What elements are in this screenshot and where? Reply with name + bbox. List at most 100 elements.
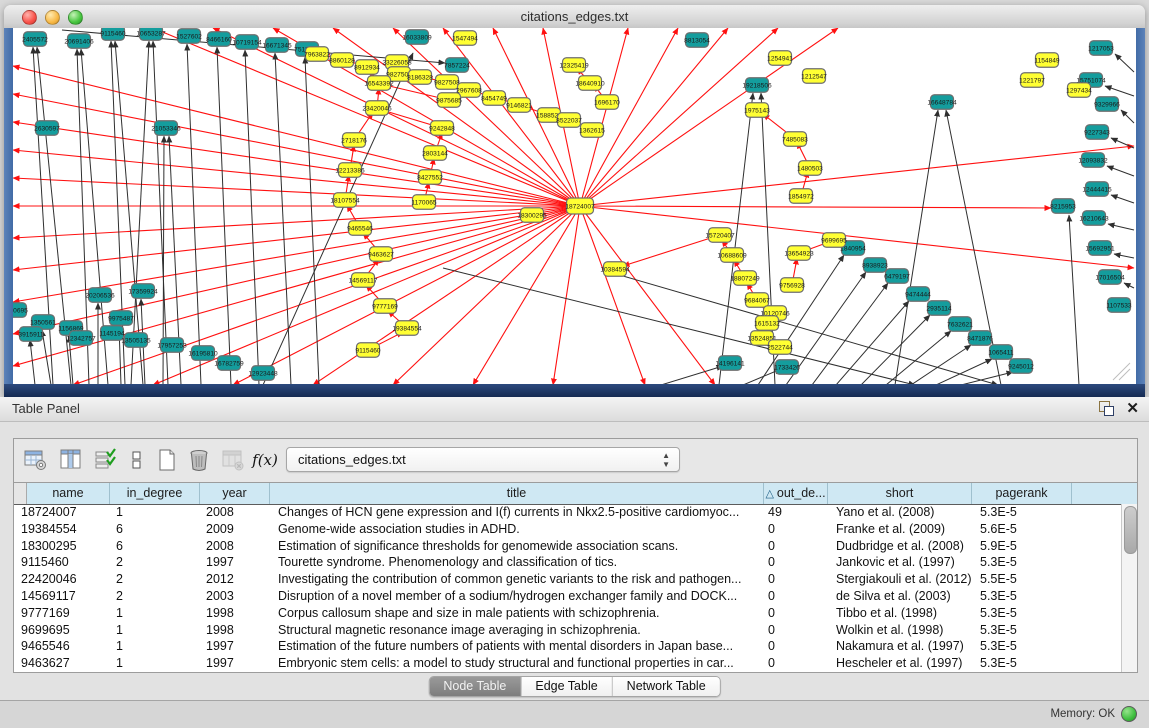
cell-pagerank[interactable]: 5.3E-5 <box>972 554 1072 571</box>
graph-edge[interactable] <box>473 206 580 384</box>
cell-name[interactable]: 22420046 <box>14 571 110 588</box>
graph-node[interactable]: 16648784 <box>927 95 957 110</box>
network-canvas[interactable]: 2405572206914069115460106532871527602846… <box>13 28 1136 384</box>
graph-node[interactable]: 1297434 <box>1066 83 1092 98</box>
graph-node[interactable]: 12325419 <box>559 58 589 73</box>
table-row[interactable]: 946362711997Embryonic stem cells: a mode… <box>14 655 1122 672</box>
graph-node[interactable]: 2405572 <box>22 32 48 47</box>
graph-node[interactable]: 9242848 <box>429 121 455 136</box>
graph-node[interactable]: 12923448 <box>248 366 278 381</box>
graph-node[interactable]: 17016504 <box>1095 270 1125 285</box>
cell-year[interactable]: 2003 <box>200 588 270 605</box>
tab-node-table[interactable]: Node Table <box>429 677 521 696</box>
table-settings-button[interactable] <box>22 447 48 473</box>
graph-edge[interactable] <box>1124 283 1134 288</box>
graph-edge[interactable] <box>13 122 580 206</box>
column-header-out_de[interactable]: △out_de... <box>764 483 828 504</box>
cell-in_degree[interactable]: 2 <box>110 554 200 571</box>
graph-node[interactable]: 16195810 <box>188 346 218 361</box>
cell-pagerank[interactable]: 5.5E-5 <box>972 571 1072 588</box>
graph-edge[interactable] <box>1105 86 1134 96</box>
column-header-pagerank[interactable]: pagerank <box>972 483 1072 504</box>
graph-node[interactable]: 16543392 <box>364 76 394 91</box>
graph-edge[interactable] <box>1108 224 1134 230</box>
cell-pagerank[interactable]: 5.3E-5 <box>972 504 1072 521</box>
graph-edge[interactable] <box>13 94 580 206</box>
graph-node[interactable]: 21053346 <box>151 121 181 136</box>
graph-node[interactable]: 17957253 <box>157 338 187 353</box>
graph-edge[interactable] <box>623 235 720 266</box>
graph-node[interactable]: 7963822 <box>304 47 330 62</box>
cell-out_de[interactable]: 0 <box>764 655 828 672</box>
cell-pagerank[interactable]: 5.6E-5 <box>972 521 1072 538</box>
graph-node[interactable]: 7857224 <box>444 58 470 73</box>
table-row[interactable]: 1456911722003Disruption of a novel membe… <box>14 588 1122 605</box>
graph-node[interactable]: 9115460 <box>100 28 126 40</box>
cell-in_degree[interactable]: 6 <box>110 521 200 538</box>
graph-node[interactable]: 9699695 <box>821 233 847 248</box>
graph-node[interactable]: 9756928 <box>779 278 805 293</box>
table-selector-dropdown[interactable]: citations_edges.txt ▲▼ <box>286 447 680 472</box>
cell-name[interactable]: 19384554 <box>14 521 110 538</box>
graph-node[interactable]: 9146821 <box>506 98 532 113</box>
graph-edge[interactable] <box>895 110 938 384</box>
graph-edge[interactable] <box>153 41 168 384</box>
graph-edge[interactable] <box>553 206 580 384</box>
cell-in_degree[interactable]: 2 <box>110 571 200 588</box>
cell-title[interactable]: Genome-wide association studies in ADHD. <box>270 521 764 538</box>
graph-node[interactable]: 1065411 <box>988 345 1014 360</box>
cell-pagerank[interactable]: 5.3E-5 <box>972 622 1072 639</box>
graph-edge[interactable] <box>13 150 580 206</box>
delete-table-button[interactable] <box>186 447 212 473</box>
graph-node[interactable]: 16033809 <box>402 30 432 45</box>
column-header-title[interactable]: title <box>270 483 764 504</box>
graph-node[interactable]: 1170065 <box>411 195 437 210</box>
cell-title[interactable]: Corpus callosum shape and size in male p… <box>270 605 764 622</box>
memory-status-indicator[interactable] <box>1121 706 1137 722</box>
graph-node[interactable]: 2803144 <box>422 146 448 161</box>
close-panel-icon[interactable]: ✕ <box>1126 401 1139 416</box>
graph-node[interactable]: 20691406 <box>64 34 94 49</box>
graph-node[interactable]: 1696170 <box>594 95 620 110</box>
cell-title[interactable]: Tourette syndrome. Phenomenology and cla… <box>270 554 764 571</box>
cell-in_degree[interactable]: 6 <box>110 538 200 555</box>
column-header-name[interactable]: name <box>27 483 110 504</box>
cell-title[interactable]: Estimation of the future numbers of pati… <box>270 638 764 655</box>
graph-node[interactable]: 9684067 <box>744 293 770 308</box>
graph-node[interactable]: 9329966 <box>1094 97 1120 112</box>
graph-node[interactable]: 18640910 <box>575 76 605 91</box>
graph-node[interactable]: 7485083 <box>782 132 808 147</box>
cell-in_degree[interactable]: 1 <box>110 638 200 655</box>
cell-short[interactable]: Dudbridge et al. (2008) <box>828 538 972 555</box>
graph-edge[interactable] <box>580 206 1134 268</box>
cell-year[interactable]: 2008 <box>200 538 270 555</box>
graph-node[interactable]: 10688609 <box>717 248 747 263</box>
column-width-button[interactable] <box>124 447 150 473</box>
graph-node[interactable]: 8522037 <box>556 113 582 128</box>
graph-edge[interactable] <box>1107 166 1134 176</box>
graph-node[interactable]: 1154849 <box>1034 53 1060 68</box>
graph-node[interactable]: 13654923 <box>784 246 814 261</box>
cell-year[interactable]: 2008 <box>200 504 270 521</box>
graph-edge[interactable] <box>886 331 951 384</box>
graph-node[interactable]: 2935114 <box>926 301 952 316</box>
cell-short[interactable]: Yano et al. (2008) <box>828 504 972 521</box>
graph-node[interactable]: 1221797 <box>1019 73 1045 88</box>
graph-node[interactable]: 16210643 <box>1079 211 1109 226</box>
cell-short[interactable]: de Silva et al. (2003) <box>828 588 972 605</box>
graph-node[interactable]: 14196141 <box>715 356 745 371</box>
cell-name[interactable]: 9465546 <box>14 638 110 655</box>
graph-node[interactable]: 7632621 <box>947 317 973 332</box>
cell-name[interactable]: 18724007 <box>14 504 110 521</box>
cell-short[interactable]: Stergiakouli et al. (2012) <box>828 571 972 588</box>
cell-short[interactable]: Tibbo et al. (1998) <box>828 605 972 622</box>
graph-edge[interactable] <box>580 28 728 206</box>
cell-title[interactable]: Structural magnetic resonance image aver… <box>270 622 764 639</box>
graph-node[interactable]: 9875685 <box>436 93 462 108</box>
graph-node[interactable]: 8454749 <box>481 91 507 106</box>
graph-edge[interactable] <box>245 50 259 384</box>
graph-node[interactable]: 15692951 <box>1085 241 1115 256</box>
cell-name[interactable]: 9777169 <box>14 605 110 622</box>
graph-node[interactable]: 18807249 <box>730 271 760 286</box>
cell-name[interactable]: 9699695 <box>14 622 110 639</box>
